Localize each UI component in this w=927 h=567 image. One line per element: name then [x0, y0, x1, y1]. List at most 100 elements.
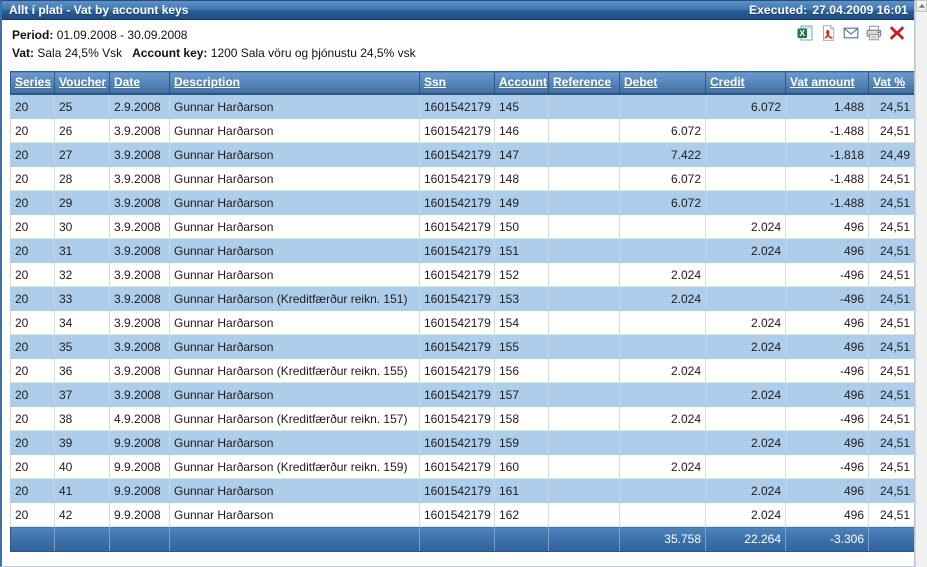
table-cell-credit: [705, 454, 786, 479]
table-row[interactable]: 20 36 3.9.2008 Gunnar Harðarson (Kreditfærð…: [10, 358, 914, 383]
table-cell-ssn: 1601542179: [419, 382, 495, 407]
table-row[interactable]: 20 25 2.9.2008 Gunnar Harðarson 1601542179 14…: [10, 94, 914, 119]
table-cell-series: 20: [10, 118, 55, 143]
table-cell-series: 20: [10, 310, 55, 335]
report-window: Allt í plati - Vat by account keys Execu…: [0, 0, 927, 567]
table-row[interactable]: 20 26 3.9.2008 Gunnar Harðarson 1601542179 14…: [10, 118, 914, 143]
table-cell-series: 20: [10, 430, 55, 455]
table-cell-ssn: 1601542179: [419, 190, 495, 215]
table-cell-voucher: 40: [54, 454, 110, 479]
table-cell-vat: 24,51: [868, 502, 914, 527]
account-key-label: Account key:: [132, 46, 208, 60]
column-header-series[interactable]: Series: [10, 71, 55, 95]
table-cell-series: 20: [10, 238, 55, 263]
table-cell-debet: 7.422: [619, 142, 706, 167]
total-cell-description: [169, 526, 420, 552]
table-cell-debet: [619, 382, 706, 407]
table-cell-voucher: 36: [54, 358, 110, 383]
table-cell-ssn: 1601542179: [419, 262, 495, 287]
table-cell-reference: [548, 262, 620, 287]
table-cell-date: 9.9.2008: [109, 502, 170, 527]
table-row[interactable]: 20 35 3.9.2008 Gunnar Harðarson 1601542179 15…: [10, 334, 914, 359]
scroll-up-button[interactable]: [916, 0, 927, 12]
table-cell-account: 159: [494, 430, 549, 455]
table-row[interactable]: 20 32 3.9.2008 Gunnar Harðarson 1601542179 15…: [10, 262, 914, 287]
table-row[interactable]: 20 31 3.9.2008 Gunnar Harðarson 1601542179 15…: [10, 238, 914, 263]
table-cell-date: 9.9.2008: [109, 430, 170, 455]
table-row[interactable]: 20 30 3.9.2008 Gunnar Harðarson 1601542179 15…: [10, 214, 914, 239]
table-cell-ssn: 1601542179: [419, 406, 495, 431]
table-cell-date: 3.9.2008: [109, 358, 170, 383]
vat-value: Sala 24,5% Vsk: [37, 46, 123, 60]
table-cell-voucher: 29: [54, 190, 110, 215]
table-row[interactable]: 20 28 3.9.2008 Gunnar Harðarson 1601542179 14…: [10, 166, 914, 191]
table-cell-reference: [548, 142, 620, 167]
column-header-reference[interactable]: Reference: [548, 71, 620, 95]
table-cell-vat-amount: -1.488: [785, 190, 869, 215]
table-row[interactable]: 20 33 3.9.2008 Gunnar Harðarson (Kreditfærð…: [10, 286, 914, 311]
table-cell-ssn: 1601542179: [419, 430, 495, 455]
table-row[interactable]: 20 38 4.9.2008 Gunnar Harðarson (Kreditfærð…: [10, 406, 914, 431]
table-row[interactable]: 20 27 3.9.2008 Gunnar Harðarson 1601542179 14…: [10, 142, 914, 167]
table-cell-voucher: 25: [54, 94, 110, 119]
report-frame: Allt í plati - Vat by account keys Execu…: [0, 0, 915, 567]
total-cell-date: [109, 526, 170, 552]
table-cell-reference: [548, 214, 620, 239]
print-icon[interactable]: [866, 25, 882, 41]
table-cell-voucher: 42: [54, 502, 110, 527]
table-row[interactable]: 20 41 9.9.2008 Gunnar Harðarson 1601542179 16…: [10, 478, 914, 503]
table-cell-date: 2.9.2008: [109, 94, 170, 119]
report-grid-container: Series Voucher Date Description Ssn Acco…: [2, 65, 914, 552]
table-cell-voucher: 30: [54, 214, 110, 239]
table-row[interactable]: 20 39 9.9.2008 Gunnar Harðarson 1601542179 15…: [10, 430, 914, 455]
column-header-account[interactable]: Account: [494, 71, 549, 95]
table-cell-description: Gunnar Harðarson: [169, 142, 420, 167]
column-header-vat-percent[interactable]: Vat %: [868, 71, 914, 95]
table-cell-credit: 2.024: [705, 430, 786, 455]
table-cell-debet: [619, 502, 706, 527]
table-cell-ssn: 1601542179: [419, 286, 495, 311]
table-cell-date: 9.9.2008: [109, 454, 170, 479]
table-cell-series: 20: [10, 382, 55, 407]
close-icon[interactable]: [889, 25, 905, 41]
column-header-ssn[interactable]: Ssn: [419, 71, 495, 95]
table-cell-date: 3.9.2008: [109, 238, 170, 263]
table-cell-reference: [548, 166, 620, 191]
column-header-credit[interactable]: Credit: [705, 71, 786, 95]
report-toolbar: X: [797, 25, 905, 41]
table-cell-description: Gunnar Harðarson: [169, 118, 420, 143]
table-cell-ssn: 1601542179: [419, 334, 495, 359]
table-cell-vat-amount: -496: [785, 454, 869, 479]
executed-stamp: Executed: 27.04.2009 16:01: [749, 3, 908, 17]
table-cell-series: 20: [10, 166, 55, 191]
table-row[interactable]: 20 42 9.9.2008 Gunnar Harðarson 1601542179 16…: [10, 502, 914, 527]
column-header-vat-amount[interactable]: Vat amount: [785, 71, 869, 95]
table-row[interactable]: 20 29 3.9.2008 Gunnar Harðarson 1601542179 14…: [10, 190, 914, 215]
table-row[interactable]: 20 37 3.9.2008 Gunnar Harðarson 1601542179 15…: [10, 382, 914, 407]
table-cell-description: Gunnar Harðarson: [169, 310, 420, 335]
pdf-export-icon[interactable]: [820, 25, 836, 41]
table-row[interactable]: 20 40 9.9.2008 Gunnar Harðarson (Kreditfærð…: [10, 454, 914, 479]
excel-export-icon[interactable]: X: [797, 25, 813, 41]
table-header-row: Series Voucher Date Description Ssn Acco…: [10, 71, 914, 95]
column-header-debet[interactable]: Debet: [619, 71, 706, 95]
table-cell-vat-amount: -496: [785, 358, 869, 383]
table-cell-vat-amount: -1.488: [785, 118, 869, 143]
column-header-description[interactable]: Description: [169, 71, 420, 95]
column-header-date[interactable]: Date: [109, 71, 170, 95]
table-cell-account: 155: [494, 334, 549, 359]
total-cell-voucher: [54, 526, 110, 552]
table-cell-description: Gunnar Harðarson: [169, 166, 420, 191]
table-cell-debet: 2.024: [619, 286, 706, 311]
vertical-scrollbar[interactable]: [915, 0, 927, 567]
email-icon[interactable]: [843, 25, 859, 41]
table-cell-debet: [619, 214, 706, 239]
table-cell-ssn: 1601542179: [419, 214, 495, 239]
table-cell-date: 9.9.2008: [109, 478, 170, 503]
total-cell-reference: [548, 526, 620, 552]
table-row[interactable]: 20 34 3.9.2008 Gunnar Harðarson 1601542179 15…: [10, 310, 914, 335]
table-cell-debet: 2.024: [619, 454, 706, 479]
column-header-voucher[interactable]: Voucher: [54, 71, 110, 95]
table-cell-description: Gunnar Harðarson: [169, 94, 420, 119]
table-cell-ssn: 1601542179: [419, 310, 495, 335]
